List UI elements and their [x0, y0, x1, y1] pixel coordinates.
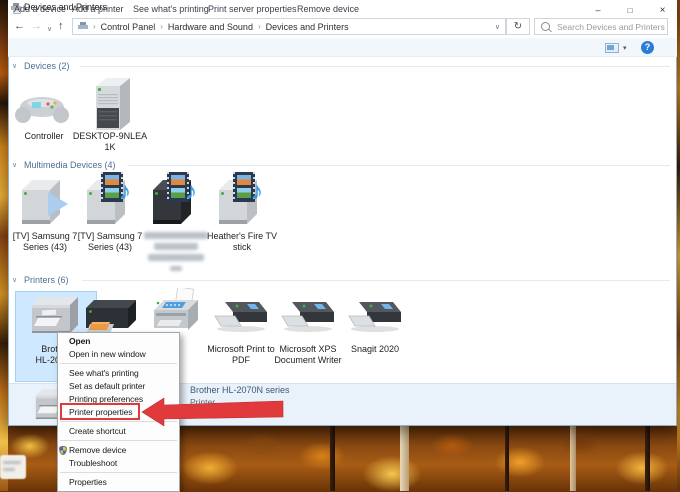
breadcrumb-devices-and-printers[interactable]: Devices and Printers — [266, 22, 349, 32]
search-input[interactable] — [555, 21, 669, 33]
up-button[interactable]: ↑ — [58, 17, 64, 35]
back-button[interactable]: ← — [14, 17, 25, 35]
toolbar-see-whats-printing[interactable]: See what's printing — [133, 4, 209, 14]
section-title-multimedia[interactable]: Multimedia Devices (4) — [24, 160, 116, 170]
section-title-devices[interactable]: Devices (2) — [24, 61, 70, 71]
device-label-desktop[interactable]: DESKTOP-9NLEA 1K — [72, 131, 148, 153]
menu-separator — [60, 363, 177, 364]
wallpaper-tree-trunk — [570, 426, 576, 491]
menu-separator — [60, 421, 177, 422]
desktop-item-blurred — [0, 455, 26, 479]
breadcrumb-hardware-and-sound[interactable]: Hardware and Sound — [168, 22, 253, 32]
play-icon — [48, 192, 68, 216]
printer-tile-snagit[interactable] — [347, 298, 403, 340]
details-device-status: Offline — [190, 409, 214, 419]
view-caret-icon[interactable]: ▾ — [623, 44, 627, 52]
recent-pages-dropdown[interactable]: ∨ — [47, 21, 52, 39]
toolbar-remove-device[interactable]: Remove device — [297, 4, 359, 14]
game-controller-icon — [14, 92, 70, 126]
wallpaper-tree-trunk — [400, 426, 409, 491]
generic-printer-icon — [280, 298, 336, 338]
help-icon: ? — [645, 42, 651, 52]
section-rule — [80, 66, 670, 67]
command-toolbar — [8, 38, 677, 57]
toolbar-print-server-properties[interactable]: Print server properties — [208, 4, 297, 14]
details-device-type: Printer — [190, 397, 215, 407]
printer-label-print-to-pdf[interactable]: Microsoft Print to PDF — [205, 344, 277, 366]
forward-icon: → — [31, 20, 42, 32]
media-tile-blurred[interactable]: ♪ — [149, 176, 209, 228]
help-button[interactable]: ? — [641, 41, 654, 54]
printer-tile-xps-writer[interactable] — [280, 298, 336, 340]
change-view-button[interactable] — [605, 43, 619, 53]
menu-item-set-as-default-printer[interactable]: Set as default printer — [58, 380, 179, 393]
menu-item-printing-preferences[interactable]: Printing preferences — [58, 393, 179, 406]
media-label-blurred[interactable] — [138, 231, 214, 273]
breadcrumb-chevron-icon: › — [258, 22, 261, 31]
breadcrumb-control-panel[interactable]: Control Panel — [101, 22, 156, 32]
music-note-icon: ♪ — [251, 178, 263, 206]
refresh-icon: ↻ — [514, 21, 522, 32]
forward-button[interactable]: → — [31, 17, 42, 35]
device-label-controller[interactable]: Controller — [6, 131, 82, 142]
breadcrumb-chevron-icon: › — [160, 22, 163, 31]
menu-item-see-whats-printing[interactable]: See what's printing — [58, 367, 179, 380]
menu-item-open[interactable]: Open — [58, 335, 179, 348]
maximize-button[interactable]: □ — [617, 0, 643, 15]
context-menu: Open Open in new window See what's print… — [57, 332, 180, 492]
up-icon: ↑ — [58, 20, 64, 32]
section-title-printers[interactable]: Printers (6) — [24, 275, 69, 285]
section-collapse-icon[interactable]: ∨ — [12, 161, 17, 169]
back-icon: ← — [14, 20, 25, 32]
generic-printer-icon — [213, 298, 269, 338]
minimize-icon: – — [595, 5, 600, 15]
menu-item-open-in-new-window[interactable]: Open in new window — [58, 348, 179, 361]
address-bar[interactable]: › Control Panel › Hardware and Sound › D… — [72, 18, 506, 35]
uac-shield-icon — [59, 446, 67, 455]
media-label-fire-tv[interactable]: Heather's Fire TV stick — [204, 231, 280, 253]
printer-label-xps-writer[interactable]: Microsoft XPS Document Writer — [272, 344, 344, 366]
minimize-button[interactable]: – — [585, 0, 611, 15]
generic-printer-icon — [347, 298, 403, 338]
section-rule — [82, 280, 670, 281]
menu-item-properties[interactable]: Properties — [58, 476, 179, 489]
media-label-samsung-2[interactable]: [TV] Samsung 7 Series (43) — [72, 231, 148, 253]
menu-separator — [60, 440, 177, 441]
search-box[interactable] — [534, 18, 668, 35]
refresh-button[interactable]: ↻ — [506, 18, 530, 35]
search-icon — [541, 22, 550, 31]
section-rule — [128, 165, 670, 166]
chevron-down-icon: ∨ — [47, 26, 52, 33]
location-printer-icon — [78, 22, 88, 31]
menu-item-remove-device[interactable]: Remove device — [58, 444, 179, 457]
close-button[interactable]: × — [649, 0, 676, 15]
section-collapse-icon[interactable]: ∨ — [12, 276, 17, 284]
menu-item-printer-properties[interactable]: Printer properties — [58, 406, 179, 419]
media-tile-fire-tv[interactable]: ♪ — [215, 176, 275, 228]
menu-item-create-shortcut[interactable]: Create shortcut — [58, 425, 179, 438]
toolbar-add-a-device[interactable]: Add a device — [14, 4, 66, 14]
pc-tower-icon — [88, 78, 132, 130]
wallpaper-tree-trunk — [330, 426, 335, 491]
music-note-icon: ♪ — [119, 178, 131, 206]
device-tile-desktop[interactable] — [84, 78, 136, 134]
menu-separator — [60, 472, 177, 473]
media-tile-samsung-1[interactable] — [18, 176, 78, 228]
breadcrumb-chevron-icon: › — [93, 22, 96, 31]
menu-item-troubleshoot[interactable]: Troubleshoot — [58, 457, 179, 470]
wallpaper-tree-trunk — [645, 426, 650, 491]
toolbar-add-a-printer[interactable]: Add a printer — [72, 4, 124, 14]
printer-tile-print-to-pdf[interactable] — [213, 298, 269, 340]
media-tile-samsung-2[interactable]: ♪ — [83, 176, 143, 228]
music-note-icon: ♪ — [185, 178, 197, 206]
printer-label-snagit[interactable]: Snagit 2020 — [339, 344, 411, 355]
wallpaper-tree-trunk — [505, 426, 509, 491]
details-device-name: Brother HL-2070N series — [190, 385, 290, 395]
address-dropdown-icon[interactable]: ∨ — [495, 23, 500, 31]
section-collapse-icon[interactable]: ∨ — [12, 62, 17, 70]
maximize-icon: □ — [628, 6, 633, 15]
